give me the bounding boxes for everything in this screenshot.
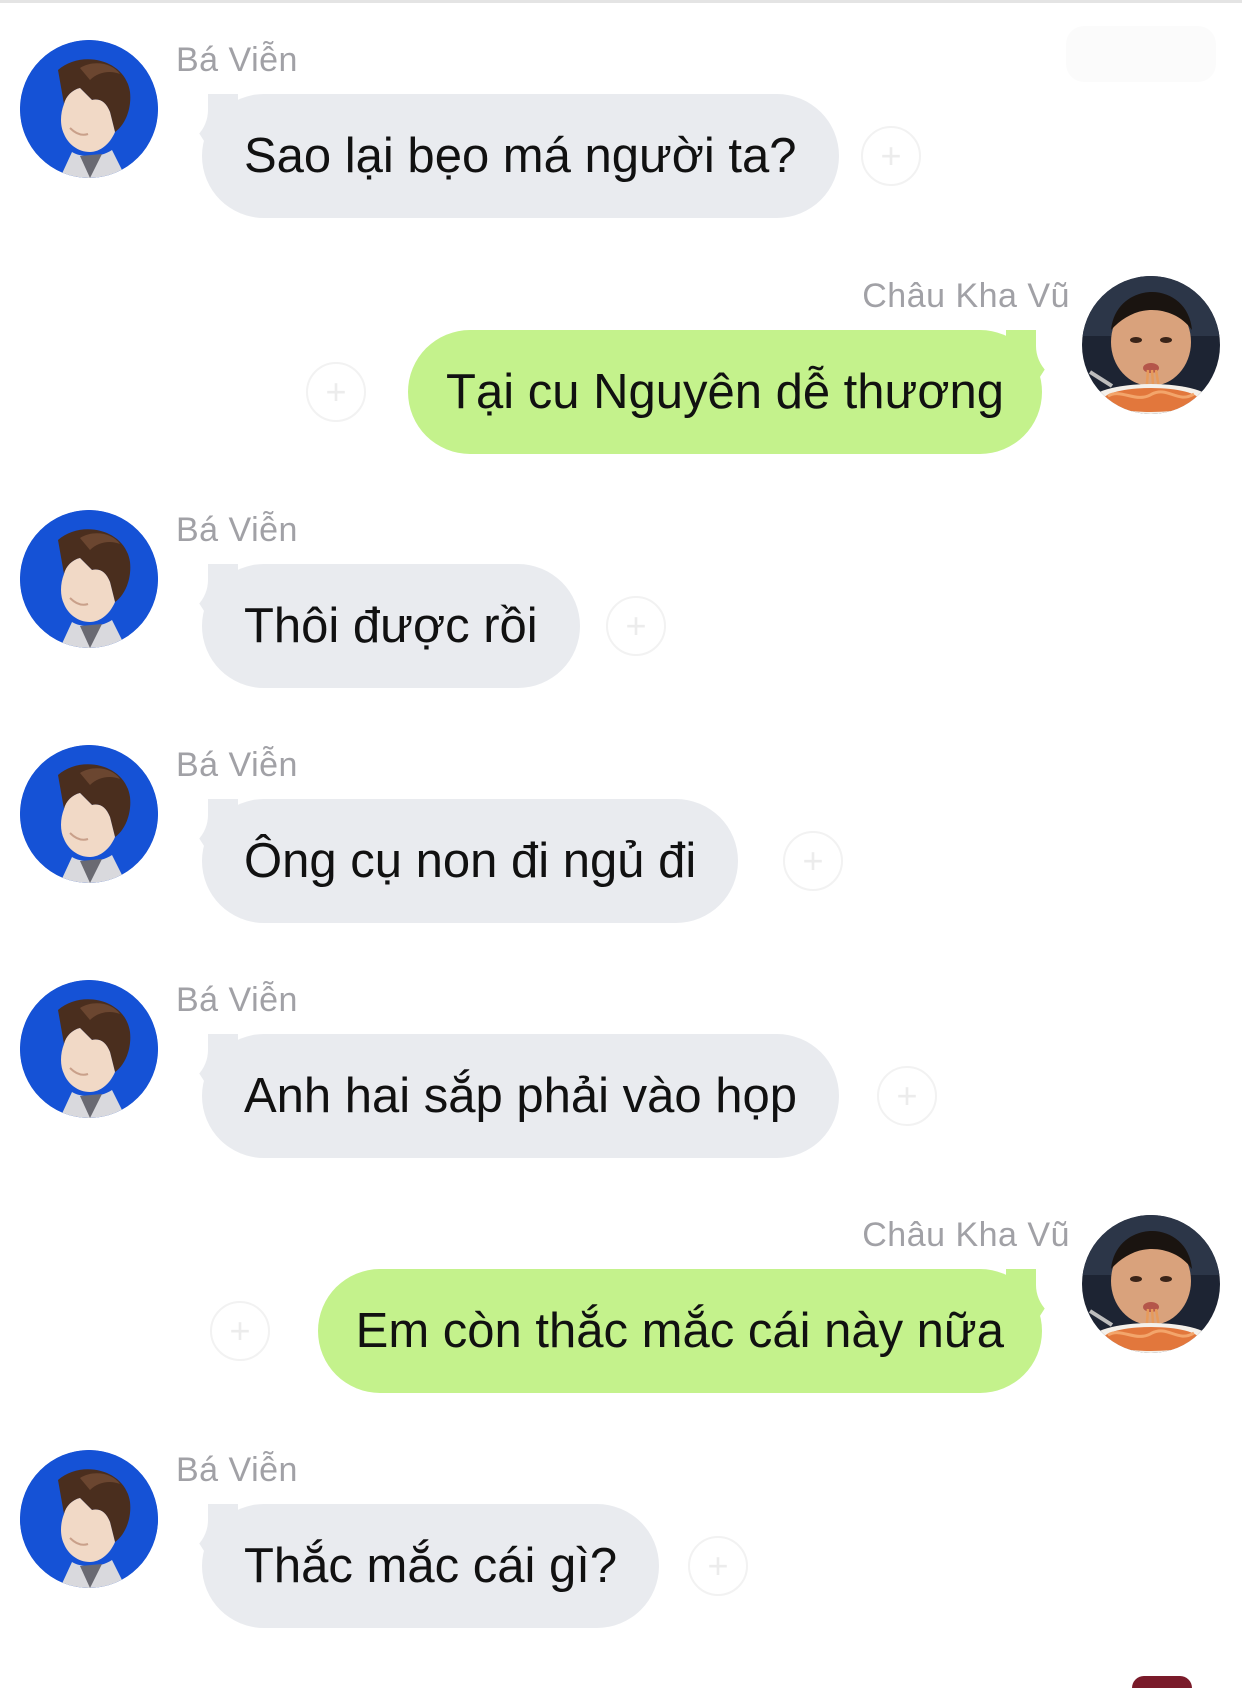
- message-bubble-incoming[interactable]: Thôi được rồi: [168, 556, 580, 688]
- message-text: Sao lại bẹo má người ta?: [244, 129, 797, 183]
- message-text: Em còn thắc mắc cái này nữa: [355, 1304, 1004, 1358]
- sender-name: Châu Kha Vũ: [862, 1216, 1070, 1254]
- message-text: Tại cu Nguyên dễ thương: [446, 365, 1004, 419]
- add-reaction-icon[interactable]: +: [877, 1066, 937, 1126]
- sender-name: Bá Viễn: [176, 1451, 298, 1489]
- profile-photo-blue-portrait-icon[interactable]: [20, 1450, 158, 1588]
- message-bubble-incoming[interactable]: Thắc mắc cái gì?: [167, 1496, 660, 1628]
- message-text: Anh hai sắp phải vào họp: [244, 1069, 798, 1123]
- add-reaction-icon[interactable]: +: [606, 596, 666, 656]
- partial-avatar-edge: [1132, 1676, 1192, 1688]
- message-bubble-incoming[interactable]: Ông cụ non đi ngủ đi: [167, 791, 739, 923]
- profile-photo-child-eating-noodles-icon[interactable]: [1082, 1215, 1220, 1353]
- message-bubble-incoming[interactable]: Anh hai sắp phải vào họp: [167, 1026, 840, 1158]
- message-bubble-incoming[interactable]: Sao lại bẹo má người ta?: [168, 86, 839, 218]
- profile-photo-blue-portrait-icon[interactable]: [20, 510, 158, 648]
- message-text: Thôi được rồi: [244, 599, 538, 653]
- message-text: Ông cụ non đi ngủ đi: [244, 834, 697, 888]
- sender-name: Châu Kha Vũ: [862, 277, 1070, 315]
- profile-photo-blue-portrait-icon[interactable]: [20, 745, 158, 883]
- faded-header-button: [1066, 26, 1216, 82]
- add-reaction-icon[interactable]: +: [783, 831, 843, 891]
- sender-name: Bá Viễn: [176, 511, 298, 549]
- sender-name: Bá Viễn: [176, 981, 298, 1019]
- message-bubble-outgoing[interactable]: Tại cu Nguyên dễ thương: [408, 322, 1076, 454]
- top-divider: [0, 0, 1242, 3]
- message-text: Thắc mắc cái gì?: [244, 1539, 618, 1593]
- add-reaction-icon[interactable]: +: [688, 1536, 748, 1596]
- add-reaction-icon[interactable]: +: [861, 126, 921, 186]
- sender-name: Bá Viễn: [176, 41, 298, 79]
- profile-photo-blue-portrait-icon[interactable]: [20, 980, 158, 1118]
- sender-name: Bá Viễn: [176, 746, 298, 784]
- profile-photo-child-eating-noodles-icon[interactable]: [1082, 276, 1220, 414]
- add-reaction-icon[interactable]: +: [306, 362, 366, 422]
- message-bubble-outgoing[interactable]: Em còn thắc mắc cái này nữa: [317, 1261, 1077, 1393]
- add-reaction-icon[interactable]: +: [210, 1301, 270, 1361]
- profile-photo-blue-portrait-icon[interactable]: [20, 40, 158, 178]
